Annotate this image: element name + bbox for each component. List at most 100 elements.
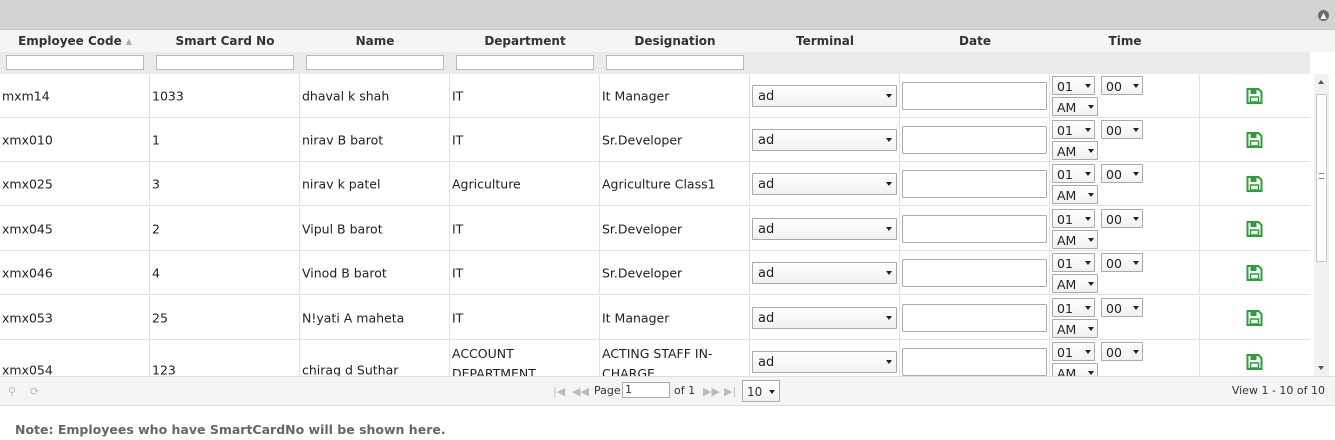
cell-designation-text: Sr.Developer (602, 265, 683, 280)
save-icon[interactable] (1246, 175, 1263, 192)
ampm-select[interactable]: AM (1052, 363, 1098, 376)
ampm-select[interactable]: AM (1052, 97, 1098, 116)
save-icon[interactable] (1246, 264, 1263, 281)
hour-value: 01 (1057, 256, 1073, 271)
search-icon[interactable]: ⚲ (8, 385, 16, 398)
table-row[interactable]: xmx054 123 chirag d Suthar ACCOUNT DEPARTME… (0, 340, 1310, 376)
save-icon[interactable] (1246, 354, 1263, 370)
minute-select[interactable]: 00 (1101, 342, 1143, 361)
date-input[interactable] (902, 81, 1047, 110)
last-page-icon[interactable]: ▶| (724, 385, 736, 398)
minute-select[interactable]: 00 (1101, 164, 1143, 183)
table-row[interactable]: xmx045 2 Vipul B barot IT Sr.Developer ad 01 00… (0, 207, 1310, 251)
col-header-terminal[interactable]: Terminal (750, 30, 900, 52)
date-input[interactable] (902, 214, 1047, 243)
rows-per-page-select[interactable]: 10 (742, 380, 780, 402)
page-number-input[interactable]: 1 (622, 382, 670, 398)
filter-designation-input[interactable] (606, 55, 744, 70)
cell-smart-card-no-text: 1 (152, 132, 160, 147)
sort-icon[interactable]: ▲ (126, 31, 132, 53)
cell-department: IT (450, 207, 600, 250)
col-header-name[interactable]: Name (300, 30, 450, 52)
hour-select[interactable]: 01 (1052, 76, 1095, 95)
cell-department: IT (450, 74, 600, 117)
minute-select[interactable]: 00 (1101, 298, 1143, 317)
terminal-select[interactable]: ad (752, 351, 897, 373)
col-header-designation[interactable]: Designation (600, 30, 750, 52)
minute-select[interactable]: 00 (1101, 209, 1143, 228)
col-header-time[interactable]: Time (1050, 30, 1200, 52)
ampm-select[interactable]: AM (1052, 230, 1098, 249)
hour-value: 01 (1057, 345, 1073, 360)
col-header-date[interactable]: Date (900, 30, 1050, 52)
refresh-icon[interactable]: ⟳ (30, 385, 39, 398)
save-icon[interactable] (1246, 309, 1263, 326)
table-row[interactable]: xmx025 3 nirav k patel Agriculture Agricultu… (0, 162, 1310, 206)
next-page-icon[interactable]: ▶▶ (703, 385, 720, 398)
pager-bar: ⚲ ⟳ |◀ ◀◀ Page 1 of 1 ▶▶ ▶| 10 View 1 - … (0, 376, 1335, 406)
date-input[interactable] (902, 169, 1047, 198)
cell-terminal: ad (750, 118, 900, 161)
minute-select[interactable]: 00 (1101, 253, 1143, 272)
cell-department-text: IT (452, 88, 464, 103)
ampm-select[interactable]: AM (1052, 185, 1098, 204)
date-input[interactable] (902, 348, 1047, 376)
minute-value: 00 (1106, 167, 1122, 182)
scroll-down-arrow[interactable] (1318, 366, 1324, 370)
chevron-down-icon (886, 137, 892, 142)
chevron-down-icon (1085, 84, 1091, 88)
col-header-department[interactable]: Department (450, 30, 600, 52)
hour-select[interactable]: 01 (1052, 298, 1095, 317)
hour-value: 01 (1057, 212, 1073, 227)
hour-select[interactable]: 01 (1052, 209, 1095, 228)
cell-time: 01 00 AM (1050, 207, 1200, 250)
filter-department-input[interactable] (456, 55, 594, 70)
cell-name-text: nirav k patel (302, 176, 381, 191)
scrollbar-thumb[interactable] (1316, 94, 1327, 262)
col-header-employee-code[interactable]: Employee Code ▲ (0, 30, 150, 52)
date-input[interactable] (902, 125, 1047, 154)
cell-designation: Agriculture Class1 (600, 162, 750, 205)
filter-employee-code-input[interactable] (6, 55, 144, 70)
prev-page-icon[interactable]: ◀◀ (572, 385, 589, 398)
terminal-select[interactable]: ad (752, 84, 897, 107)
minute-select[interactable]: 00 (1101, 76, 1143, 95)
cell-designation: It Manager (600, 296, 750, 339)
table-row[interactable]: mxm14 1033 dhaval k shah IT It Manager ad 01 00… (0, 74, 1310, 118)
terminal-select[interactable]: ad (752, 128, 897, 151)
cell-time: 01 00 AM (1050, 162, 1200, 205)
hour-select[interactable]: 01 (1052, 342, 1095, 361)
hour-select[interactable]: 01 (1052, 253, 1095, 272)
terminal-value: ad (758, 355, 775, 370)
cell-smart-card-no-text: 123 (152, 362, 176, 376)
cell-time: 01 00 AM (1050, 251, 1200, 294)
minute-select[interactable]: 00 (1101, 120, 1143, 139)
save-icon[interactable] (1246, 131, 1263, 148)
collapse-icon[interactable]: ▲ (1318, 10, 1329, 21)
terminal-select[interactable]: ad (752, 306, 897, 329)
save-icon[interactable] (1246, 220, 1263, 237)
vertical-scrollbar[interactable] (1310, 74, 1335, 376)
cell-smart-card-no: 3 (150, 162, 300, 205)
filter-name-input[interactable] (306, 55, 444, 70)
table-row[interactable]: xmx010 1 nirav B barot IT Sr.Developer ad 01 00… (0, 118, 1310, 162)
terminal-select[interactable]: ad (752, 217, 897, 240)
hour-select[interactable]: 01 (1052, 120, 1095, 139)
col-header-smart-card-no[interactable]: Smart Card No (150, 30, 300, 52)
terminal-select[interactable]: ad (752, 261, 897, 284)
table-row[interactable]: xmx053 25 N!yati A maheta IT It Manager ad 01 0… (0, 296, 1310, 340)
filter-smart-card-input[interactable] (156, 55, 294, 70)
first-page-icon[interactable]: |◀ (553, 385, 565, 398)
cell-action (1200, 207, 1310, 250)
ampm-select[interactable]: AM (1052, 319, 1098, 338)
date-input[interactable] (902, 303, 1047, 332)
hour-select[interactable]: 01 (1052, 164, 1095, 183)
date-input[interactable] (902, 258, 1047, 287)
chevron-down-icon (1133, 261, 1139, 265)
save-icon[interactable] (1246, 87, 1263, 104)
ampm-select[interactable]: AM (1052, 141, 1098, 160)
scroll-up-arrow[interactable] (1318, 80, 1324, 84)
table-row[interactable]: xmx046 4 Vinod B barot IT Sr.Developer ad 01 00… (0, 251, 1310, 295)
terminal-select[interactable]: ad (752, 172, 897, 195)
ampm-select[interactable]: AM (1052, 274, 1098, 293)
